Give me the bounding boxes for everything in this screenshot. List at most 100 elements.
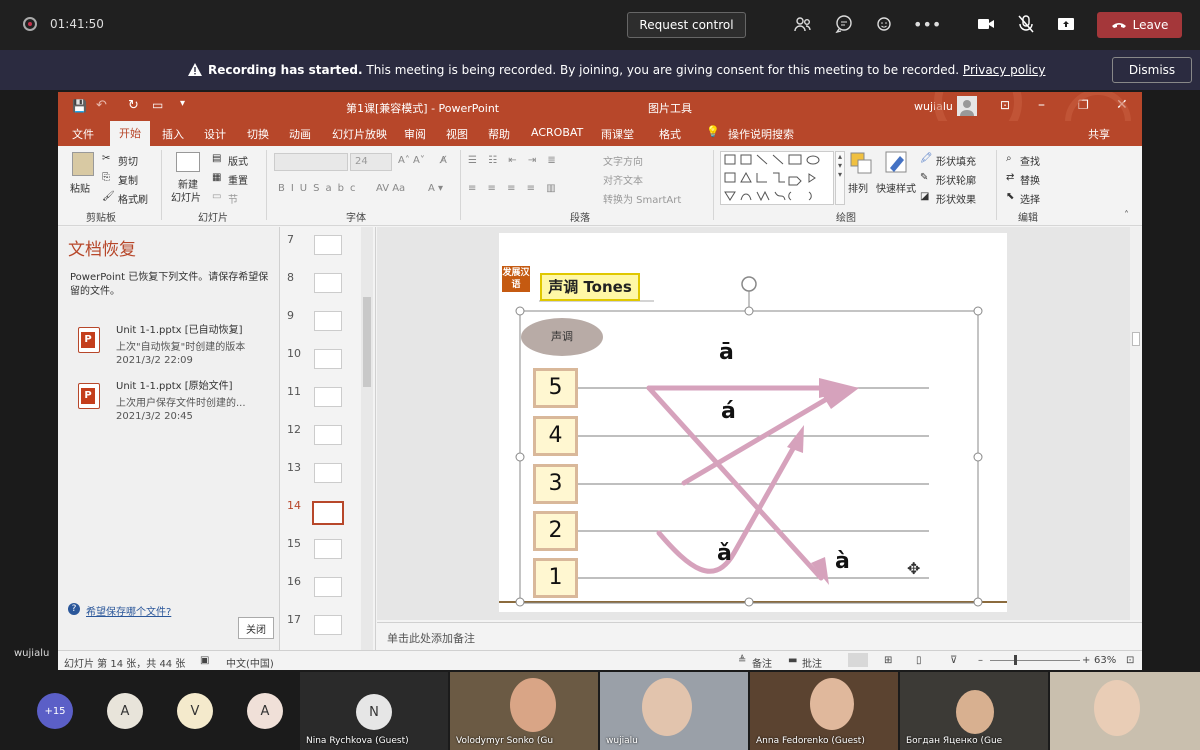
slide-thumbnail[interactable]	[314, 311, 342, 331]
smartart-button[interactable]: 转换为 SmartArt	[603, 191, 681, 206]
align-text-button[interactable]: 对齐文本	[603, 172, 643, 187]
shape-fill-button[interactable]: 形状填充	[936, 153, 976, 168]
notes-icon[interactable]: ≜	[738, 655, 746, 666]
help-icon[interactable]: ?	[68, 603, 80, 615]
current-slide[interactable]: 发展汉语 声调 Tones 声调 5 4 3 2 1 ā á ǎ à ✥	[499, 233, 1007, 612]
tab-file[interactable]: 文件	[72, 126, 94, 142]
slide-thumbnail[interactable]	[314, 235, 342, 255]
privacy-policy-link[interactable]: Privacy policy	[963, 63, 1046, 77]
paste-button[interactable]: 粘贴	[70, 180, 90, 195]
clear-format-icon[interactable]: A̸	[440, 155, 447, 166]
paste-icon[interactable]	[72, 152, 94, 176]
fit-slide-icon[interactable]: ⊡	[1126, 655, 1134, 666]
section-button[interactable]: 节	[228, 191, 238, 206]
slideshow-view-icon[interactable]: ⊽	[950, 655, 957, 666]
align-buttons-icon[interactable]: ≡ ≡ ≡ ≡ ▥	[468, 183, 560, 194]
reactions-icon[interactable]	[873, 14, 895, 36]
save-icon[interactable]: 💾	[72, 99, 87, 113]
replace-icon[interactable]: ⇄	[1006, 172, 1014, 183]
normal-view-icon[interactable]	[848, 653, 868, 667]
shape-fill-icon[interactable]: 🖍	[920, 153, 933, 164]
arrange-icon[interactable]	[850, 152, 872, 174]
select-icon[interactable]: ⬉	[1006, 191, 1014, 202]
share-screen-icon[interactable]	[1055, 14, 1077, 36]
mic-muted-icon[interactable]	[1015, 14, 1037, 36]
tab-transitions[interactable]: 切换	[247, 126, 269, 142]
quick-styles-icon[interactable]	[884, 150, 910, 176]
slide-thumbnail[interactable]	[314, 349, 342, 369]
participant-video-tile[interactable]: Богдан Яценко (Gue	[900, 672, 1048, 750]
zoom-slider[interactable]	[990, 655, 1080, 665]
shape-effects-button[interactable]: 形状效果	[936, 191, 976, 206]
recovered-file-item[interactable]: Unit 1-1.pptx [已自动恢复] 上次"自动恢复"时创建的版本 202…	[78, 321, 268, 371]
layout-button[interactable]: 版式	[228, 153, 248, 168]
slide-thumbnail-selected[interactable]	[312, 501, 344, 525]
camera-icon[interactable]	[975, 14, 997, 36]
layout-icon[interactable]: ▤	[212, 153, 221, 164]
undo-icon[interactable]: ↶	[96, 98, 107, 113]
reset-icon[interactable]: ▦	[212, 172, 221, 183]
participant-avatar[interactable]: V	[177, 693, 213, 729]
chat-icon[interactable]	[833, 14, 855, 36]
shape-outline-button[interactable]: 形状轮廓	[936, 172, 976, 187]
comments-icon[interactable]: ▬	[788, 655, 797, 666]
slide-thumbnail[interactable]	[314, 273, 342, 293]
participant-video-tile[interactable]: wujialu	[600, 672, 748, 750]
slide-thumbnail[interactable]	[314, 539, 342, 559]
arrange-button[interactable]: 排列	[848, 180, 868, 195]
notes-placeholder[interactable]: 单击此处添加备注	[387, 630, 475, 646]
notes-toggle[interactable]: 备注	[752, 655, 772, 670]
share-button[interactable]: 共享	[1088, 126, 1110, 142]
cut-button[interactable]: 剪切	[118, 153, 138, 168]
new-slide-button-line2[interactable]: 幻灯片	[171, 189, 201, 204]
zoom-level[interactable]: 63%	[1094, 655, 1116, 666]
customize-toolbar-icon[interactable]: ▾	[180, 98, 185, 109]
tab-design[interactable]: 设计	[204, 126, 226, 142]
dismiss-button[interactable]: Dismiss	[1112, 57, 1192, 83]
quick-styles-button[interactable]: 快速样式	[876, 180, 916, 195]
shape-effects-icon[interactable]: ◪	[920, 191, 929, 202]
recovered-file-item[interactable]: Unit 1-1.pptx [原始文件] 上次用户保存文件时创建的... 202…	[78, 377, 268, 427]
find-button[interactable]: 查找	[1020, 153, 1040, 168]
slide-thumbnail[interactable]	[314, 577, 342, 597]
font-size-dropdown[interactable]: 24	[350, 153, 392, 171]
copy-button[interactable]: 复制	[118, 172, 138, 187]
which-file-help-link[interactable]: 希望保存哪个文件?	[86, 603, 171, 618]
collapse-ribbon-icon[interactable]: ˄	[1124, 210, 1129, 221]
participant-video-tile[interactable]: Volodymyr Sonko (Gu	[450, 672, 598, 750]
slide-sorter-icon[interactable]: ⊞	[884, 655, 892, 666]
accessibility-icon[interactable]: ▣	[200, 655, 209, 666]
select-button[interactable]: 选择	[1020, 191, 1040, 206]
edit-area-scrollbar[interactable]	[1130, 227, 1142, 620]
tab-format[interactable]: 格式	[659, 126, 681, 142]
text-direction-button[interactable]: 文字方向	[603, 153, 643, 168]
thumbnail-scrollbar[interactable]	[361, 227, 373, 652]
tab-animations[interactable]: 动画	[289, 126, 311, 142]
comments-toggle[interactable]: 批注	[802, 655, 822, 670]
list-buttons-icon[interactable]: ☰ ☷ ⇤ ⇥ ≣	[468, 155, 560, 166]
tab-view[interactable]: 视图	[446, 126, 468, 142]
zoom-out-icon[interactable]: –	[978, 655, 983, 666]
shape-outline-icon[interactable]: ✎	[920, 172, 928, 183]
more-options-icon[interactable]: •••	[913, 14, 941, 36]
more-participants-badge[interactable]: +15	[37, 693, 73, 729]
format-painter-button[interactable]: 格式刷	[118, 191, 148, 206]
redo-icon[interactable]: ↻	[128, 98, 139, 113]
tab-review[interactable]: 审阅	[404, 126, 426, 142]
reset-button[interactable]: 重置	[228, 172, 248, 187]
tab-slideshow[interactable]: 幻灯片放映	[332, 126, 387, 142]
tab-insert[interactable]: 插入	[162, 126, 184, 142]
participant-avatar[interactable]: A	[107, 693, 143, 729]
tell-me-search[interactable]: 操作说明搜索	[728, 126, 794, 142]
slide-thumbnail[interactable]	[314, 387, 342, 407]
slide-thumbnail[interactable]	[314, 463, 342, 483]
participant-video-tile[interactable]: Anna Fedorenko (Guest)	[750, 672, 898, 750]
tab-help[interactable]: 帮助	[488, 126, 510, 142]
font-color-icon[interactable]: A ▾	[428, 183, 443, 194]
grow-font-icon[interactable]: A˄ A˅	[398, 155, 425, 166]
copy-icon[interactable]: ⎘	[102, 172, 110, 183]
tab-rain-classroom[interactable]: 雨课堂	[601, 126, 634, 142]
font-style-buttons-icon[interactable]: BIUSabc	[278, 183, 361, 194]
character-spacing-icon[interactable]: AV Aa	[376, 183, 405, 194]
participant-avatar[interactable]: A	[247, 693, 283, 729]
